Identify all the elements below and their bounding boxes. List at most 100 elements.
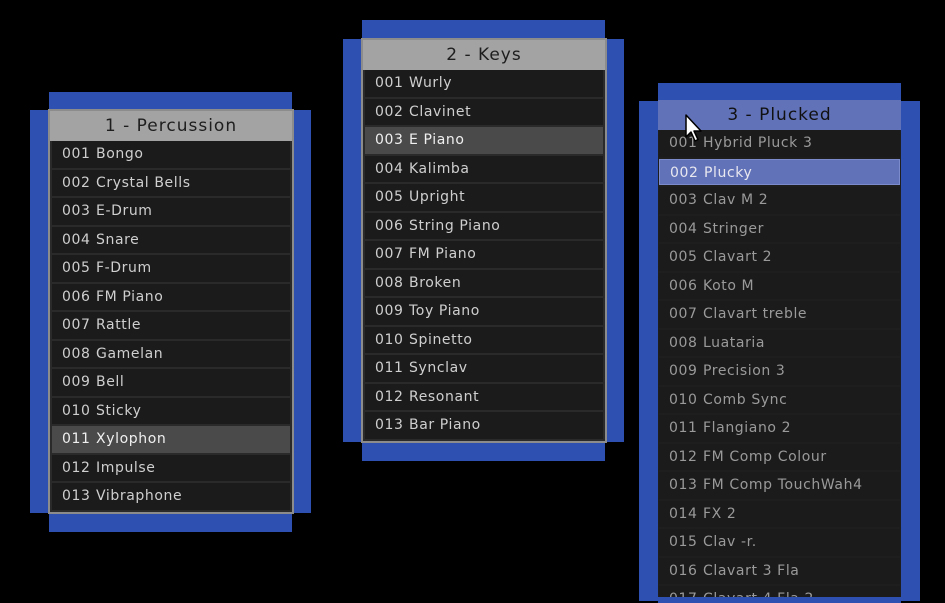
- preset-item[interactable]: 002 Crystal Bells: [52, 169, 290, 196]
- preset-item[interactable]: 008 Luataria: [659, 329, 900, 356]
- preset-item[interactable]: 011 Synclav: [365, 355, 603, 382]
- preset-name: Clavart 2: [703, 249, 773, 265]
- mouse-pointer-icon: [685, 114, 702, 142]
- preset-item[interactable]: 004 Kalimba: [365, 155, 603, 182]
- preset-name: Broken: [409, 274, 462, 291]
- preset-number: 009: [62, 374, 91, 390]
- preset-number: 004: [669, 220, 698, 237]
- preset-item[interactable]: 011 Flangiano 2: [659, 415, 900, 442]
- preset-list: 001 Bongo 002 Crystal Bells 003 E-Drum 004 Snar…: [50, 141, 292, 510]
- preset-item[interactable]: 004 Snare: [52, 226, 290, 253]
- preset-item[interactable]: 013 Bar Piano: [365, 412, 603, 439]
- preset-name: Gamelan: [96, 345, 164, 362]
- preset-number: 013: [669, 477, 698, 493]
- preset-number: 010: [62, 402, 91, 419]
- preset-name: Synclav: [409, 360, 468, 376]
- preset-name: Bar Piano: [409, 417, 481, 433]
- preset-name: Clavart 3 Fla: [703, 562, 800, 579]
- preset-item[interactable]: 015 Clav -r.: [659, 529, 900, 556]
- preset-item[interactable]: 011 Xylophon: [52, 426, 290, 453]
- preset-item[interactable]: 004 Stringer: [659, 215, 900, 242]
- preset-item[interactable]: 012 FM Comp Colour: [659, 443, 900, 470]
- preset-item[interactable]: 002 Plucky: [659, 158, 900, 185]
- preset-number: 006: [669, 277, 698, 294]
- preset-name: Crystal Bells: [96, 174, 191, 191]
- preset-number: 002: [375, 103, 404, 120]
- preset-name: Resonant: [409, 388, 480, 405]
- preset-item[interactable]: 014 FX 2: [659, 500, 900, 527]
- preset-number: 004: [375, 160, 404, 177]
- preset-item[interactable]: 012 Resonant: [365, 383, 603, 410]
- preset-item[interactable]: 007 FM Piano: [365, 241, 603, 268]
- preset-item[interactable]: 003 E Piano: [365, 127, 603, 154]
- preset-number: 003: [375, 132, 404, 148]
- preset-number: 010: [669, 391, 698, 408]
- preset-item[interactable]: 003 E-Drum: [52, 198, 290, 225]
- preset-name: Stringer: [703, 220, 764, 237]
- preset-item[interactable]: 008 Broken: [365, 269, 603, 296]
- preset-item[interactable]: 013 FM Comp TouchWah4: [659, 472, 900, 499]
- preset-number: 002: [670, 164, 699, 181]
- preset-item[interactable]: 003 Clav M 2: [659, 187, 900, 214]
- preset-name: Wurly: [409, 75, 453, 91]
- preset-name: FM Comp TouchWah4: [703, 477, 863, 493]
- preset-item[interactable]: 010 Comb Sync: [659, 386, 900, 413]
- preset-name: Bongo: [96, 146, 144, 162]
- preset-number: 007: [375, 246, 404, 262]
- preset-name: Clavart 4 Fla 2: [703, 591, 814, 597]
- preset-name: FX 2: [703, 505, 737, 522]
- preset-name: Kalimba: [409, 160, 470, 177]
- preset-item[interactable]: 016 Clavart 3 Fla: [659, 557, 900, 584]
- preset-item[interactable]: 006 String Piano: [365, 212, 603, 239]
- preset-name: Plucky: [704, 164, 753, 181]
- preset-item[interactable]: 010 Spinetto: [365, 326, 603, 353]
- preset-number: 011: [375, 360, 404, 376]
- preset-name: Hybrid Pluck 3: [703, 135, 813, 151]
- preset-list: 001 Hybrid Pluck 3 002 Plucky 003 Clav M 2 004…: [658, 130, 901, 597]
- preset-name: Flangiano 2: [703, 420, 792, 436]
- preset-panel-keys: 2 - Keys 001 Wurly 002 Clavinet 003 E Piano 00…: [361, 38, 607, 443]
- preset-name: String Piano: [409, 217, 501, 234]
- preset-item[interactable]: 009 Toy Piano: [365, 298, 603, 325]
- preset-item[interactable]: 005 Upright: [365, 184, 603, 211]
- preset-panel-percussion: 1 - Percussion 001 Bongo 002 Crystal Bells 0…: [48, 109, 294, 514]
- preset-number: 001: [62, 146, 91, 162]
- preset-item[interactable]: 002 Clavinet: [365, 98, 603, 125]
- preset-item[interactable]: 009 Bell: [52, 369, 290, 396]
- preset-item[interactable]: 001 Wurly: [365, 70, 603, 97]
- panel-title: 1 - Percussion: [50, 111, 292, 141]
- preset-name: Rattle: [96, 317, 142, 333]
- preset-item[interactable]: 009 Precision 3: [659, 358, 900, 385]
- preset-name: Toy Piano: [409, 303, 480, 319]
- preset-number: 003: [62, 203, 91, 219]
- preset-number: 009: [669, 363, 698, 379]
- preset-name: Clav M 2: [703, 192, 769, 208]
- preset-item[interactable]: 012 Impulse: [52, 454, 290, 481]
- preset-number: 008: [375, 274, 404, 291]
- preset-name: Upright: [409, 189, 466, 205]
- preset-panel-plucked: 3 - Plucked 001 Hybrid Pluck 3 002 Plucky 00…: [658, 100, 901, 597]
- preset-number: 006: [62, 288, 91, 305]
- preset-item[interactable]: 006 FM Piano: [52, 283, 290, 310]
- preset-item[interactable]: 008 Gamelan: [52, 340, 290, 367]
- preset-name: FM Comp Colour: [703, 448, 827, 465]
- preset-name: Comb Sync: [703, 391, 788, 408]
- preset-item[interactable]: 005 F-Drum: [52, 255, 290, 282]
- preset-item[interactable]: 007 Clavart treble: [659, 301, 900, 328]
- preset-number: 012: [669, 448, 698, 465]
- preset-item[interactable]: 010 Sticky: [52, 397, 290, 424]
- preset-item[interactable]: 006 Koto M: [659, 272, 900, 299]
- preset-name: Clavinet: [409, 103, 472, 120]
- preset-item[interactable]: 013 Vibraphone: [52, 483, 290, 510]
- preset-number: 017: [669, 586, 703, 597]
- preset-item[interactable]: 017Clavart 4 Fla 2: [659, 586, 900, 597]
- preset-number: 013: [375, 417, 404, 433]
- preset-number: 016: [669, 562, 698, 579]
- preset-item[interactable]: 005 Clavart 2: [659, 244, 900, 271]
- preset-number: 010: [375, 331, 404, 348]
- preset-number: 007: [62, 317, 91, 333]
- preset-item[interactable]: 001 Bongo: [52, 141, 290, 168]
- preset-number: 007: [669, 306, 698, 322]
- preset-item[interactable]: 007 Rattle: [52, 312, 290, 339]
- preset-name: FM Piano: [96, 288, 164, 305]
